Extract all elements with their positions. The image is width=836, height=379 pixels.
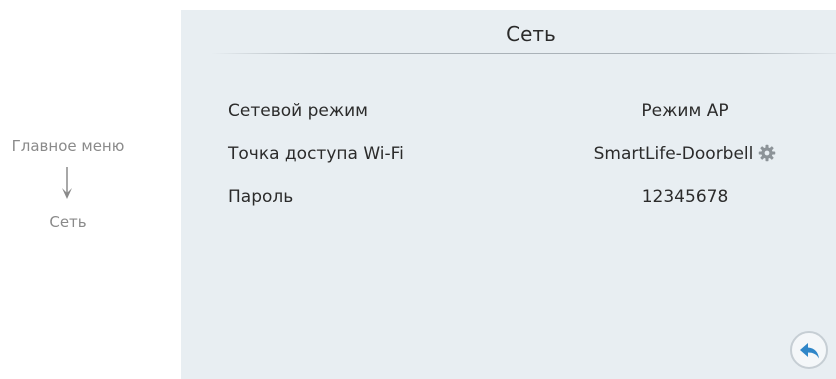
settings-row-password[interactable]: Пароль 12345678: [181, 187, 836, 217]
breadcrumb: Главное меню Сеть: [0, 0, 180, 379]
back-button[interactable]: [790, 331, 828, 369]
title-divider: [211, 53, 836, 54]
breadcrumb-parent[interactable]: Главное меню: [0, 137, 158, 155]
back-arrow-icon: [800, 343, 819, 359]
network-mode-value[interactable]: Режим AP: [557, 101, 813, 121]
network-settings-panel: Сеть Сетевой режим Режим AP Точка доступ…: [181, 10, 836, 379]
breadcrumb-current: Сеть: [49, 213, 87, 231]
settings-row-network-mode[interactable]: Сетевой режим Режим AP: [181, 101, 836, 131]
wifi-hotspot-label: Точка доступа Wi-Fi: [228, 144, 404, 164]
gear-icon[interactable]: [758, 144, 776, 162]
network-mode-label: Сетевой режим: [228, 101, 369, 121]
wifi-hotspot-value: SmartLife-Doorbell: [593, 144, 754, 164]
settings-row-wifi-hotspot[interactable]: Точка доступа Wi-Fi SmartLife-Doorbell: [181, 144, 836, 174]
wifi-hotspot-value-group[interactable]: SmartLife-Doorbell: [557, 144, 813, 164]
page-title: Сеть: [506, 22, 556, 46]
password-label: Пароль: [228, 187, 294, 207]
password-value[interactable]: 12345678: [557, 187, 813, 207]
down-arrow-icon: [62, 167, 72, 199]
